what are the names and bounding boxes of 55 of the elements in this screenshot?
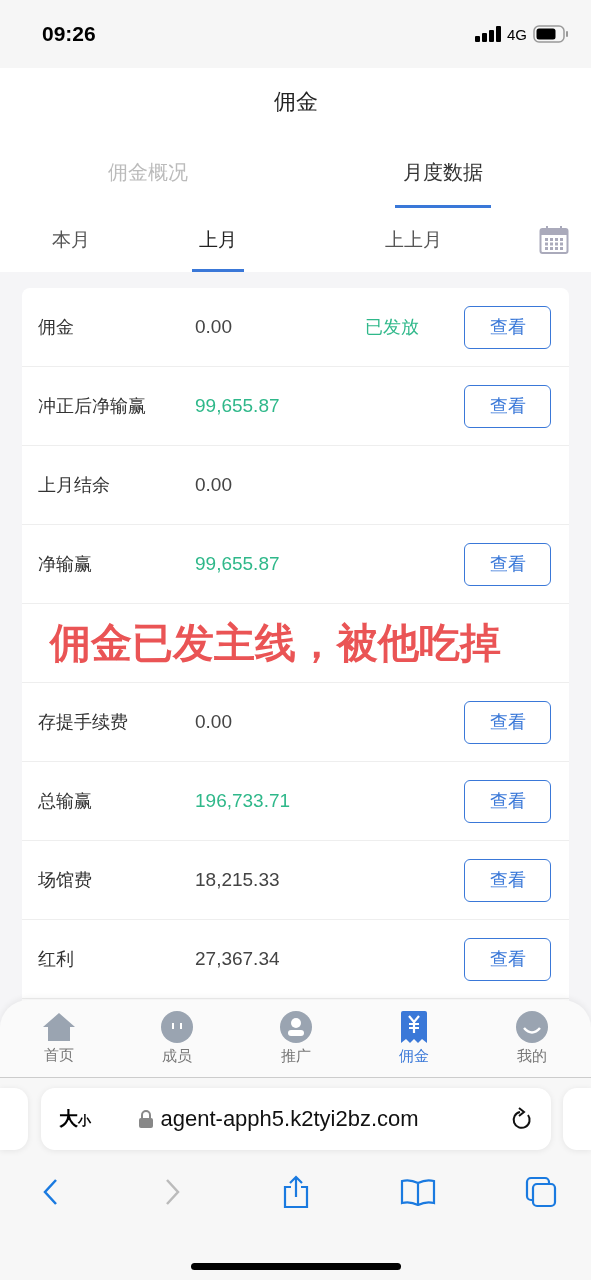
row-label: 冲正后净输赢 xyxy=(38,395,147,418)
row-label: 场馆费 xyxy=(38,869,93,892)
view-button[interactable]: 查看 xyxy=(464,542,551,586)
view-button[interactable]: 查看 xyxy=(464,937,551,981)
period-tab[interactable]: 上月 xyxy=(118,208,318,272)
tabs-icon xyxy=(525,1176,557,1208)
row-value: 0.00 xyxy=(195,316,233,338)
home-icon xyxy=(42,1012,77,1042)
row-label: 上月结余 xyxy=(38,474,111,497)
view-button[interactable]: 查看 xyxy=(464,779,551,823)
view-button[interactable]: 查看 xyxy=(464,384,551,428)
user-icon xyxy=(279,1011,312,1043)
calendar-icon[interactable] xyxy=(539,225,569,255)
chevron-right-icon xyxy=(164,1178,181,1206)
row-value: 196,733.71 xyxy=(195,790,292,812)
nav-item[interactable]: 推广 xyxy=(236,1000,355,1077)
network-label: 4G xyxy=(507,25,527,43)
nav-item[interactable]: 成员 xyxy=(118,1000,237,1077)
annotation-text: 佣金已发主线，被他吃掉 xyxy=(50,618,501,668)
address-bar[interactable]: 大小 agent-apph5.k2tyi2bz.com xyxy=(40,1088,551,1150)
url-text: agent-apph5.k2tyi2bz.com xyxy=(160,1106,419,1132)
page-title: 佣金 xyxy=(273,88,318,116)
status-label: 已发放 xyxy=(365,316,420,339)
book-icon xyxy=(400,1178,437,1206)
share-icon xyxy=(281,1175,310,1209)
nav-item[interactable]: 佣金 xyxy=(354,1000,473,1077)
row-value: 27,367.34 xyxy=(195,948,281,970)
battery-icon xyxy=(533,25,569,43)
row-label: 净输赢 xyxy=(38,553,93,576)
row-value: 0.00 xyxy=(195,474,233,496)
period-tab[interactable]: 本月 xyxy=(24,208,118,272)
tab[interactable]: 月度数据 xyxy=(295,136,591,208)
nav-item[interactable]: 我的 xyxy=(472,1000,591,1077)
status-time: 09:26 xyxy=(42,22,96,46)
view-button[interactable]: 查看 xyxy=(464,305,551,349)
yen-receipt-icon xyxy=(400,1011,427,1043)
period-tab[interactable]: 上上月 xyxy=(318,208,508,272)
face-icon xyxy=(161,1011,194,1043)
row-label: 总输赢 xyxy=(38,790,93,813)
smiley-icon xyxy=(515,1011,548,1043)
nav-item[interactable]: 首页 xyxy=(0,1000,119,1077)
reload-icon[interactable] xyxy=(510,1107,533,1131)
row-value: 99,655.87 xyxy=(195,553,281,575)
view-button[interactable]: 查看 xyxy=(464,700,551,744)
row-label: 佣金 xyxy=(38,316,75,339)
row-value: 18,215.33 xyxy=(195,869,281,891)
row-label: 红利 xyxy=(38,948,75,971)
lock-icon xyxy=(138,1110,153,1128)
row-value: 0.00 xyxy=(195,711,233,733)
view-button[interactable]: 查看 xyxy=(464,858,551,902)
row-label: 存提手续费 xyxy=(38,711,129,734)
chevron-left-icon xyxy=(42,1178,58,1206)
row-value: 99,655.87 xyxy=(195,395,281,417)
signal-icon xyxy=(475,26,501,42)
text-size-button[interactable]: 大小 xyxy=(58,1106,139,1132)
